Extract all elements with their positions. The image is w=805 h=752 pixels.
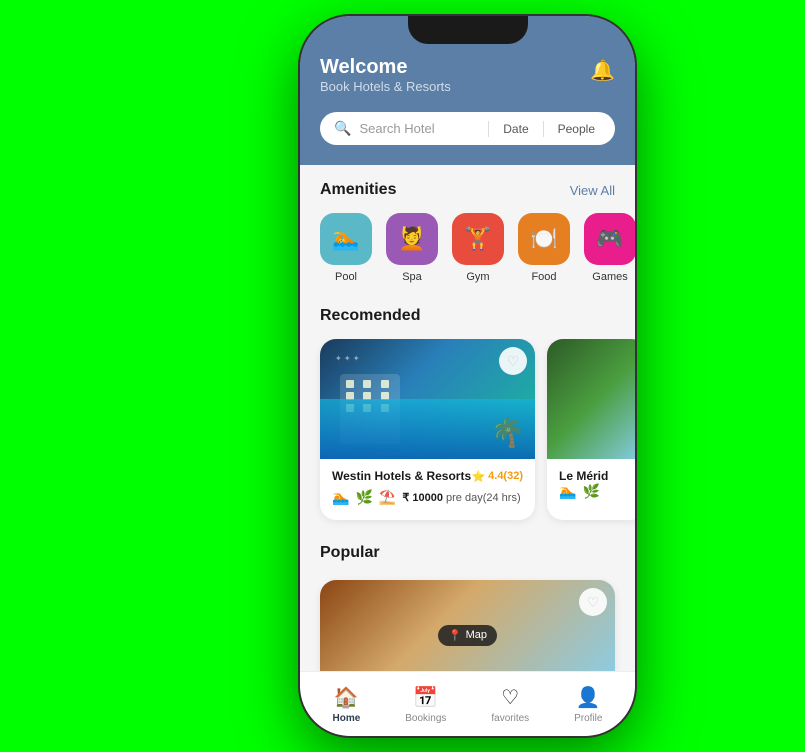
spa-icon-bg: 💆 bbox=[386, 213, 438, 265]
favorites-icon: ♡ bbox=[501, 685, 519, 710]
meriden-pool-icon: 🏊 bbox=[559, 483, 576, 500]
search-divider bbox=[488, 121, 489, 137]
westin-rating-value: 4.4(32) bbox=[488, 470, 523, 482]
westin-name-row: Westin Hotels & Resorts ⭐ 4.4(32) bbox=[332, 469, 523, 483]
main-content: Amenities View All 🏊 Pool 💆 Spa bbox=[300, 165, 635, 736]
games-label: Games bbox=[592, 271, 627, 283]
bell-icon[interactable]: 🔔 bbox=[590, 58, 615, 83]
westin-rating: ⭐ 4.4(32) bbox=[471, 470, 523, 483]
palm-icon: 🌴 bbox=[490, 416, 525, 449]
welcome-title: Welcome bbox=[320, 56, 451, 79]
nav-bookings[interactable]: 📅 Bookings bbox=[405, 685, 446, 724]
phone-screen: Welcome Book Hotels & Resorts 🔔 🔍 Search… bbox=[300, 16, 635, 736]
westin-amenities: 🏊 🌿 ⛱️ ₹ 10000 pre day(24 hrs) bbox=[332, 489, 523, 506]
pool-icon: 🏊 bbox=[332, 226, 359, 252]
amenities-row: 🏊 Pool 💆 Spa 🏋️ Gym bbox=[320, 213, 615, 283]
hotel-image-westin: ✦ ✦ ✦ 🌴 ♡ bbox=[320, 339, 535, 459]
popular-heart-button[interactable]: ♡ bbox=[579, 588, 607, 616]
amenity-pool[interactable]: 🏊 Pool bbox=[320, 213, 372, 283]
recommended-scroll: ✦ ✦ ✦ 🌴 ♡ bbox=[300, 339, 635, 528]
search-hotel-input[interactable]: Search Hotel bbox=[359, 121, 480, 136]
spa-label: Spa bbox=[402, 271, 422, 283]
map-pin-icon: 📍 bbox=[448, 629, 462, 642]
spa-icon: 💆 bbox=[398, 226, 425, 252]
amenity-gym[interactable]: 🏋️ Gym bbox=[452, 213, 504, 283]
phone-notch bbox=[408, 16, 528, 44]
amenity-food[interactable]: 🍽️ Food bbox=[518, 213, 570, 283]
meriden-amenities: 🏊 🌿 bbox=[559, 483, 635, 500]
bookings-label: Bookings bbox=[405, 713, 446, 724]
westin-price: ₹ 10000 pre day(24 hrs) bbox=[402, 491, 520, 504]
food-icon-bg: 🍽️ bbox=[518, 213, 570, 265]
bookings-icon: 📅 bbox=[413, 685, 438, 710]
profile-icon: 👤 bbox=[576, 685, 601, 710]
meriden-spa-icon: 🌿 bbox=[582, 483, 599, 500]
hotel-info-meriden: Le Mérid 🏊 🌿 bbox=[547, 459, 635, 514]
food-icon: 🍽️ bbox=[530, 226, 557, 252]
pool-label: Pool bbox=[335, 271, 357, 283]
bottom-nav: 🏠 Home 📅 Bookings ♡ favorites 👤 Profile bbox=[300, 671, 635, 736]
popular-section-header: Popular bbox=[300, 528, 635, 580]
popular-title: Popular bbox=[320, 544, 380, 562]
nav-profile[interactable]: 👤 Profile bbox=[574, 685, 602, 724]
home-icon: 🏠 bbox=[334, 685, 359, 710]
popular-header: Popular bbox=[320, 544, 615, 562]
westin-beach-icon: ⛱️ bbox=[379, 489, 396, 506]
amenities-title: Amenities bbox=[320, 181, 396, 199]
search-people[interactable]: People bbox=[552, 122, 601, 136]
pool-icon-bg: 🏊 bbox=[320, 213, 372, 265]
games-icon-bg: 🎮 bbox=[584, 213, 635, 265]
map-label: Map bbox=[466, 629, 487, 641]
amenity-games[interactable]: 🎮 Games bbox=[584, 213, 635, 283]
search-icon: 🔍 bbox=[334, 120, 351, 137]
hotel-card-meriden[interactable]: Le Mérid 🏊 🌿 bbox=[547, 339, 635, 520]
amenities-view-all[interactable]: View All bbox=[570, 183, 615, 198]
gym-icon-bg: 🏋️ bbox=[452, 213, 504, 265]
recommended-header: Recomended bbox=[320, 307, 615, 325]
games-icon: 🎮 bbox=[596, 226, 623, 252]
hotel-info-westin: Westin Hotels & Resorts ⭐ 4.4(32) 🏊 🌿 ⛱️… bbox=[320, 459, 535, 520]
westin-heart-button[interactable]: ♡ bbox=[499, 347, 527, 375]
search-divider2 bbox=[543, 121, 544, 137]
hotel-image-meriden bbox=[547, 339, 635, 459]
profile-label: Profile bbox=[574, 713, 602, 724]
hotel-bg-2 bbox=[547, 339, 635, 459]
search-bar[interactable]: 🔍 Search Hotel Date People bbox=[320, 112, 615, 145]
gym-label: Gym bbox=[466, 271, 489, 283]
food-label: Food bbox=[531, 271, 556, 283]
nav-favorites[interactable]: ♡ favorites bbox=[491, 685, 529, 724]
recommended-section-header: Recomended bbox=[300, 291, 635, 325]
favorites-label: favorites bbox=[491, 713, 529, 724]
westin-spa-icon: 🌿 bbox=[355, 489, 372, 506]
recommended-title: Recomended bbox=[320, 307, 420, 325]
hotel-card-westin[interactable]: ✦ ✦ ✦ 🌴 ♡ bbox=[320, 339, 535, 520]
nav-home[interactable]: 🏠 Home bbox=[332, 685, 360, 724]
home-label: Home bbox=[332, 713, 360, 724]
phone-frame: Welcome Book Hotels & Resorts 🔔 🔍 Search… bbox=[300, 16, 635, 736]
gym-icon: 🏋️ bbox=[464, 226, 491, 252]
header-subtitle: Book Hotels & Resorts bbox=[320, 79, 451, 94]
star-icon: ⭐ bbox=[471, 470, 485, 483]
westin-name: Westin Hotels & Resorts bbox=[332, 469, 471, 483]
search-date[interactable]: Date bbox=[497, 122, 534, 136]
map-badge[interactable]: 📍 Map bbox=[438, 625, 497, 646]
amenity-spa[interactable]: 💆 Spa bbox=[386, 213, 438, 283]
meriden-name: Le Mérid bbox=[559, 469, 635, 483]
amenities-section: Amenities View All 🏊 Pool 💆 Spa bbox=[300, 165, 635, 291]
westin-pool-icon: 🏊 bbox=[332, 489, 349, 506]
stars-decor: ✦ ✦ ✦ bbox=[335, 354, 360, 363]
amenities-header: Amenities View All bbox=[320, 181, 615, 199]
